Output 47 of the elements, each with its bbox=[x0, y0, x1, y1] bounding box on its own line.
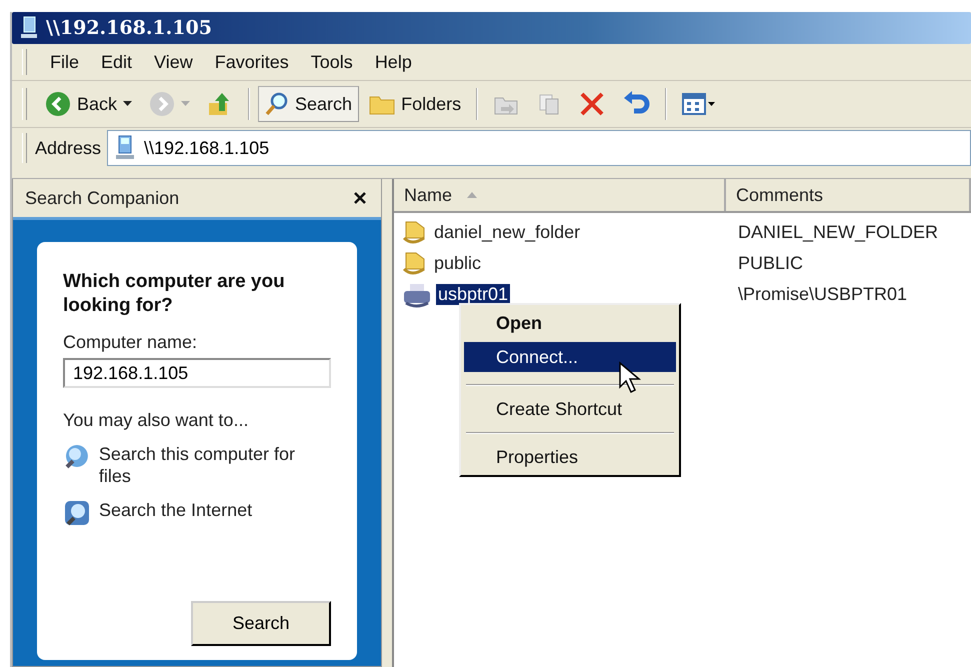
file-name[interactable]: public bbox=[432, 253, 484, 274]
pane-title: Search Companion bbox=[25, 188, 180, 208]
back-button[interactable]: Back bbox=[38, 85, 140, 123]
menu-item[interactable]: Create Shortcut bbox=[464, 394, 676, 424]
close-icon[interactable] bbox=[353, 191, 367, 205]
column-header[interactable]: Comments bbox=[726, 179, 971, 211]
search-button[interactable]: Search bbox=[258, 86, 360, 122]
menu-item[interactable]: Favorites bbox=[206, 48, 298, 76]
search-icon bbox=[265, 92, 290, 116]
address-field[interactable]: \\192.168.1.105 bbox=[107, 130, 971, 166]
shared-folder-icon bbox=[402, 220, 428, 246]
window-title: \\192.168.1.105 bbox=[46, 17, 212, 39]
back-icon bbox=[45, 91, 71, 117]
search-link[interactable]: Search the Internet bbox=[99, 499, 252, 521]
menu-item[interactable]: Open bbox=[464, 308, 676, 338]
mouse-cursor-icon bbox=[618, 361, 644, 395]
file-name[interactable]: daniel_new_folder bbox=[432, 222, 582, 243]
delete-icon bbox=[579, 91, 606, 117]
caret-icon bbox=[123, 101, 132, 107]
search-button[interactable]: Search bbox=[191, 601, 331, 646]
address-label: Address bbox=[35, 138, 102, 158]
network-computer-icon bbox=[20, 16, 40, 40]
network-computer-icon bbox=[114, 135, 136, 161]
column-header[interactable]: Name bbox=[394, 179, 726, 211]
comment-cell-text: \Promise\USBPTR01 bbox=[737, 284, 908, 305]
suggestion-heading: You may also want to... bbox=[63, 410, 250, 431]
search-link[interactable]: Search this computer for files bbox=[98, 443, 331, 487]
comment-cell-text: PUBLIC bbox=[737, 253, 804, 274]
folders-button[interactable]: Folders bbox=[362, 87, 468, 121]
file-name[interactable]: usbptr01 bbox=[436, 284, 510, 305]
menu-item[interactable]: Help bbox=[366, 48, 421, 76]
menu-item[interactable]: Edit bbox=[92, 48, 142, 76]
forward-icon bbox=[149, 91, 176, 117]
comment-cell-text: DANIEL_NEW_FOLDER bbox=[737, 222, 940, 243]
menu-item[interactable]: File bbox=[41, 48, 88, 76]
magnifier-icon bbox=[63, 443, 91, 471]
computer-name-field[interactable]: 192.168.1.105 bbox=[63, 358, 331, 388]
menu-item[interactable]: Properties bbox=[464, 442, 676, 472]
question-heading: Which computer are you looking for? bbox=[63, 270, 286, 318]
menu-item[interactable]: View bbox=[145, 48, 202, 76]
printer-icon bbox=[402, 282, 432, 308]
shared-folder-icon bbox=[402, 250, 428, 276]
field-label: Computer name: bbox=[63, 332, 198, 353]
views-icon bbox=[682, 92, 716, 116]
menu-item[interactable]: Tools bbox=[302, 48, 362, 76]
caret-icon bbox=[181, 101, 190, 107]
menu-item[interactable]: Connect... bbox=[464, 342, 676, 372]
